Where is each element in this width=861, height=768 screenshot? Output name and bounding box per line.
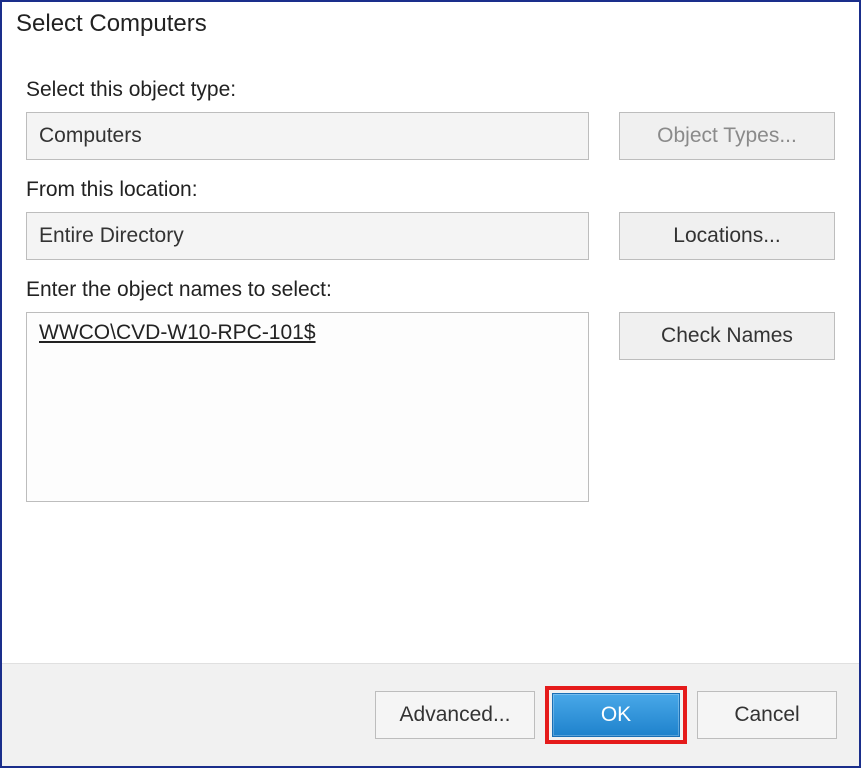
ok-highlight: OK <box>545 686 687 744</box>
dialog-content: Select this object type: Computers Objec… <box>2 42 859 663</box>
location-field: Entire Directory <box>26 212 589 260</box>
resolved-name: WWCO\CVD-W10-RPC-101$ <box>39 321 316 344</box>
object-types-button[interactable]: Object Types... <box>619 112 835 160</box>
advanced-button[interactable]: Advanced... <box>375 691 535 739</box>
check-names-button[interactable]: Check Names <box>619 312 835 360</box>
location-label: From this location: <box>26 178 835 202</box>
cancel-button[interactable]: Cancel <box>697 691 837 739</box>
dialog-footer: Advanced... OK Cancel <box>2 663 859 766</box>
object-type-label: Select this object type: <box>26 78 835 102</box>
object-names-label: Enter the object names to select: <box>26 278 835 302</box>
object-type-field: Computers <box>26 112 589 160</box>
locations-button[interactable]: Locations... <box>619 212 835 260</box>
ok-button[interactable]: OK <box>552 693 680 737</box>
object-names-input[interactable]: WWCO\CVD-W10-RPC-101$ <box>26 312 589 502</box>
dialog-title: Select Computers <box>2 2 859 42</box>
select-computers-dialog: Select Computers Select this object type… <box>0 0 861 768</box>
